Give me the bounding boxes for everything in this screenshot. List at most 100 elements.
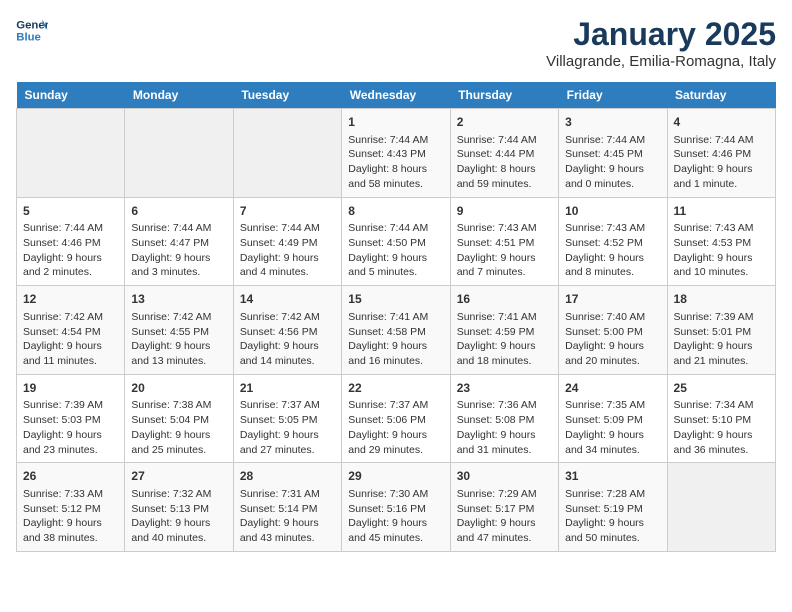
day-content: Sunrise: 7:44 AM Sunset: 4:46 PM Dayligh… (23, 221, 118, 280)
week-row-2: 5Sunrise: 7:44 AM Sunset: 4:46 PM Daylig… (17, 197, 776, 286)
calendar-cell: 28 Sunrise: 7:31 AM Sunset: 5:14 PM Dayli… (233, 463, 341, 552)
day-content: Sunrise: 7:29 AM Sunset: 5:17 PM Dayligh… (457, 487, 552, 546)
day-number: 10 (565, 203, 660, 220)
header: General Blue January 2025 Villagrande, E… (16, 16, 776, 70)
calendar-cell: 12 Sunrise: 7:42 AM Sunset: 4:54 PM Dayli… (17, 286, 125, 375)
week-row-4: 19Sunrise: 7:39 AM Sunset: 5:03 PM Dayli… (17, 374, 776, 463)
month-title: January 2025 (546, 16, 776, 53)
day-number: 24 (565, 380, 660, 397)
calendar-cell: 9Sunrise: 7:43 AM Sunset: 4:51 PM Daylig… (450, 197, 558, 286)
day-content: Sunrise: 7:37 AM Sunset: 5:06 PM Dayligh… (348, 398, 443, 457)
calendar-cell (125, 109, 233, 198)
day-content: Sunrise: 7:41 AM Sunset: 4:59 PM Dayligh… (457, 310, 552, 369)
day-content: Sunrise: 7:28 AM Sunset: 5:19 PM Dayligh… (565, 487, 660, 546)
day-number: 19 (23, 380, 118, 397)
day-content: Sunrise: 7:30 AM Sunset: 5:16 PM Dayligh… (348, 487, 443, 546)
day-content: Sunrise: 7:42 AM Sunset: 4:54 PM Dayligh… (23, 310, 118, 369)
day-number: 28 (240, 468, 335, 485)
day-content: Sunrise: 7:42 AM Sunset: 4:56 PM Dayligh… (240, 310, 335, 369)
calendar-cell (17, 109, 125, 198)
calendar-cell: 18Sunrise: 7:39 AM Sunset: 5:01 PM Dayli… (667, 286, 775, 375)
day-number: 15 (348, 291, 443, 308)
day-content: Sunrise: 7:44 AM Sunset: 4:50 PM Dayligh… (348, 221, 443, 280)
day-content: Sunrise: 7:43 AM Sunset: 4:53 PM Dayligh… (674, 221, 769, 280)
logo-icon: General Blue (16, 16, 48, 44)
day-content: Sunrise: 7:35 AM Sunset: 5:09 PM Dayligh… (565, 398, 660, 457)
day-number: 1 (348, 114, 443, 131)
calendar-cell: 3Sunrise: 7:44 AM Sunset: 4:45 PM Daylig… (559, 109, 667, 198)
day-content: Sunrise: 7:36 AM Sunset: 5:08 PM Dayligh… (457, 398, 552, 457)
day-content: Sunrise: 7:40 AM Sunset: 5:00 PM Dayligh… (565, 310, 660, 369)
day-content: Sunrise: 7:43 AM Sunset: 4:51 PM Dayligh… (457, 221, 552, 280)
day-number: 21 (240, 380, 335, 397)
day-header-friday: Friday (559, 82, 667, 109)
calendar-cell: 20Sunrise: 7:38 AM Sunset: 5:04 PM Dayli… (125, 374, 233, 463)
day-number: 23 (457, 380, 552, 397)
header-row: SundayMondayTuesdayWednesdayThursdayFrid… (17, 82, 776, 109)
day-header-thursday: Thursday (450, 82, 558, 109)
calendar-cell: 22Sunrise: 7:37 AM Sunset: 5:06 PM Dayli… (342, 374, 450, 463)
day-number: 17 (565, 291, 660, 308)
calendar-cell: 23Sunrise: 7:36 AM Sunset: 5:08 PM Dayli… (450, 374, 558, 463)
day-content: Sunrise: 7:32 AM Sunset: 5:13 PM Dayligh… (131, 487, 226, 546)
day-number: 16 (457, 291, 552, 308)
day-content: Sunrise: 7:37 AM Sunset: 5:05 PM Dayligh… (240, 398, 335, 457)
calendar-cell: 13Sunrise: 7:42 AM Sunset: 4:55 PM Dayli… (125, 286, 233, 375)
day-number: 7 (240, 203, 335, 220)
calendar-cell: 19Sunrise: 7:39 AM Sunset: 5:03 PM Dayli… (17, 374, 125, 463)
day-number: 31 (565, 468, 660, 485)
calendar-cell: 14Sunrise: 7:42 AM Sunset: 4:56 PM Dayli… (233, 286, 341, 375)
day-content: Sunrise: 7:44 AM Sunset: 4:49 PM Dayligh… (240, 221, 335, 280)
day-number: 8 (348, 203, 443, 220)
day-content: Sunrise: 7:39 AM Sunset: 5:03 PM Dayligh… (23, 398, 118, 457)
calendar-cell: 21Sunrise: 7:37 AM Sunset: 5:05 PM Dayli… (233, 374, 341, 463)
title-area: January 2025 Villagrande, Emilia-Romagna… (546, 16, 776, 70)
calendar-cell: 7Sunrise: 7:44 AM Sunset: 4:49 PM Daylig… (233, 197, 341, 286)
day-number: 3 (565, 114, 660, 131)
day-content: Sunrise: 7:31 AM Sunset: 5:14 PM Dayligh… (240, 487, 335, 546)
calendar-cell: 5Sunrise: 7:44 AM Sunset: 4:46 PM Daylig… (17, 197, 125, 286)
calendar-cell (233, 109, 341, 198)
day-number: 29 (348, 468, 443, 485)
day-content: Sunrise: 7:44 AM Sunset: 4:46 PM Dayligh… (674, 133, 769, 192)
day-number: 4 (674, 114, 769, 131)
day-content: Sunrise: 7:38 AM Sunset: 5:04 PM Dayligh… (131, 398, 226, 457)
logo: General Blue (16, 16, 48, 44)
calendar-cell: 31 Sunrise: 7:28 AM Sunset: 5:19 PM Dayli… (559, 463, 667, 552)
week-row-1: 1 Sunrise: 7:44 AM Sunset: 4:43 PM Daylig… (17, 109, 776, 198)
calendar-cell: 15Sunrise: 7:41 AM Sunset: 4:58 PM Dayli… (342, 286, 450, 375)
calendar-cell: 6Sunrise: 7:44 AM Sunset: 4:47 PM Daylig… (125, 197, 233, 286)
calendar-cell: 17 Sunrise: 7:40 AM Sunset: 5:00 PM Dayli… (559, 286, 667, 375)
day-content: Sunrise: 7:39 AM Sunset: 5:01 PM Dayligh… (674, 310, 769, 369)
day-number: 22 (348, 380, 443, 397)
day-content: Sunrise: 7:43 AM Sunset: 4:52 PM Dayligh… (565, 221, 660, 280)
day-number: 25 (674, 380, 769, 397)
day-content: Sunrise: 7:34 AM Sunset: 5:10 PM Dayligh… (674, 398, 769, 457)
week-row-3: 12 Sunrise: 7:42 AM Sunset: 4:54 PM Dayli… (17, 286, 776, 375)
day-header-wednesday: Wednesday (342, 82, 450, 109)
calendar-cell: 10Sunrise: 7:43 AM Sunset: 4:52 PM Dayli… (559, 197, 667, 286)
day-header-saturday: Saturday (667, 82, 775, 109)
calendar-cell: 26 Sunrise: 7:33 AM Sunset: 5:12 PM Dayli… (17, 463, 125, 552)
day-content: Sunrise: 7:44 AM Sunset: 4:43 PM Dayligh… (348, 133, 443, 192)
day-number: 13 (131, 291, 226, 308)
day-header-sunday: Sunday (17, 82, 125, 109)
day-content: Sunrise: 7:44 AM Sunset: 4:44 PM Dayligh… (457, 133, 552, 192)
day-number: 30 (457, 468, 552, 485)
location-title: Villagrande, Emilia-Romagna, Italy (546, 53, 776, 70)
day-number: 2 (457, 114, 552, 131)
day-number: 5 (23, 203, 118, 220)
day-header-monday: Monday (125, 82, 233, 109)
calendar-cell: 30 Sunrise: 7:29 AM Sunset: 5:17 PM Dayli… (450, 463, 558, 552)
day-content: Sunrise: 7:33 AM Sunset: 5:12 PM Dayligh… (23, 487, 118, 546)
calendar-cell: 27Sunrise: 7:32 AM Sunset: 5:13 PM Dayli… (125, 463, 233, 552)
day-header-tuesday: Tuesday (233, 82, 341, 109)
day-number: 11 (674, 203, 769, 220)
calendar-cell: 16 Sunrise: 7:41 AM Sunset: 4:59 PM Dayli… (450, 286, 558, 375)
day-number: 6 (131, 203, 226, 220)
calendar-cell: 29 Sunrise: 7:30 AM Sunset: 5:16 PM Dayli… (342, 463, 450, 552)
day-number: 12 (23, 291, 118, 308)
calendar-table: SundayMondayTuesdayWednesdayThursdayFrid… (16, 82, 776, 552)
day-number: 26 (23, 468, 118, 485)
day-number: 9 (457, 203, 552, 220)
